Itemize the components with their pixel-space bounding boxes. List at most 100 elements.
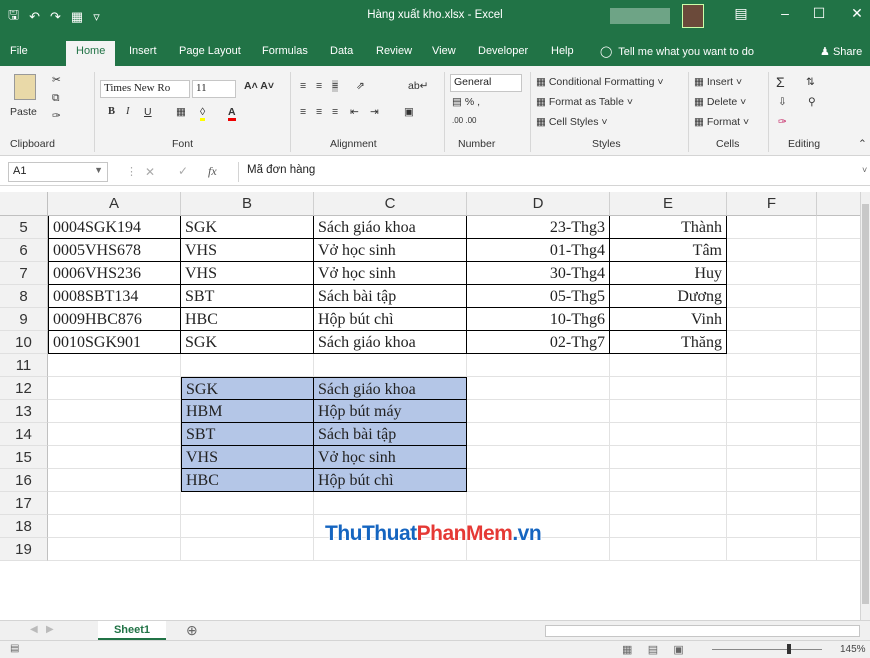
empty-cell[interactable] bbox=[181, 492, 314, 515]
empty-cell[interactable] bbox=[467, 469, 610, 492]
empty-cell[interactable] bbox=[727, 285, 817, 308]
empty-cell[interactable] bbox=[727, 216, 817, 239]
empty-cell[interactable] bbox=[48, 538, 181, 561]
empty-cell[interactable] bbox=[727, 377, 817, 400]
empty-cell[interactable] bbox=[817, 400, 860, 423]
ribbon-display-icon[interactable]: ▤ bbox=[726, 5, 756, 22]
macro-record-icon[interactable]: ▤ bbox=[10, 643, 19, 654]
formula-input[interactable]: Mã đơn hàng bbox=[238, 162, 862, 182]
table-cell[interactable]: Sách bài tập bbox=[314, 285, 467, 308]
accounting-format-icon[interactable]: ▤ % , bbox=[452, 96, 480, 108]
empty-cell[interactable] bbox=[817, 285, 860, 308]
lookup-cell[interactable]: Hộp bút chì bbox=[314, 469, 467, 492]
empty-cell[interactable] bbox=[727, 446, 817, 469]
align-center-icon[interactable]: ≡ bbox=[316, 106, 322, 118]
lookup-cell[interactable]: HBC bbox=[181, 469, 314, 492]
bold-button[interactable]: B bbox=[108, 106, 115, 117]
row-header[interactable]: 9 bbox=[0, 308, 48, 331]
empty-cell[interactable] bbox=[610, 446, 727, 469]
lookup-cell[interactable]: VHS bbox=[181, 446, 314, 469]
column-header-g[interactable] bbox=[817, 192, 860, 216]
empty-cell[interactable] bbox=[727, 492, 817, 515]
lookup-cell[interactable]: Hộp bút máy bbox=[314, 400, 467, 423]
table-cell[interactable]: 23-Thg3 bbox=[467, 216, 610, 239]
table-cell[interactable]: Sách giáo khoa bbox=[314, 216, 467, 239]
font-color-icon[interactable]: A bbox=[228, 106, 236, 121]
empty-cell[interactable] bbox=[181, 354, 314, 377]
empty-cell[interactable] bbox=[727, 469, 817, 492]
column-header-c[interactable]: C bbox=[314, 192, 467, 216]
italic-button[interactable]: I bbox=[126, 106, 130, 117]
tab-review[interactable]: Review bbox=[376, 45, 412, 57]
decrease-indent-icon[interactable]: ⇤ bbox=[350, 106, 359, 118]
empty-cell[interactable] bbox=[467, 377, 610, 400]
tab-data[interactable]: Data bbox=[330, 45, 353, 57]
empty-cell[interactable] bbox=[817, 262, 860, 285]
row-header[interactable]: 16 bbox=[0, 469, 48, 492]
zoom-slider[interactable] bbox=[712, 649, 822, 650]
share-button[interactable]: ♟ Share bbox=[820, 45, 862, 58]
empty-cell[interactable] bbox=[727, 423, 817, 446]
row-header[interactable]: 10 bbox=[0, 331, 48, 354]
delete-cells-button[interactable]: ▦ Delete ˅ bbox=[694, 96, 746, 108]
table-cell[interactable]: SGK bbox=[181, 216, 314, 239]
find-select-icon[interactable]: ⚲ bbox=[808, 96, 816, 108]
table-cell[interactable]: 0008SBT134 bbox=[48, 285, 181, 308]
row-header[interactable]: 13 bbox=[0, 400, 48, 423]
name-box-dropdown-icon[interactable]: ▼ bbox=[94, 165, 103, 175]
tab-home[interactable]: Home bbox=[66, 41, 116, 66]
cut-icon[interactable]: ✂ bbox=[52, 74, 61, 86]
empty-cell[interactable] bbox=[610, 538, 727, 561]
cancel-entry-icon[interactable]: ✕ bbox=[145, 165, 155, 179]
table-cell[interactable]: Thành bbox=[610, 216, 727, 239]
name-box[interactable]: A1 ▼ bbox=[8, 162, 108, 182]
expand-formula-icon[interactable]: ˅ bbox=[862, 165, 867, 175]
view-buttons[interactable]: ▦ ▤ ▣ bbox=[622, 643, 684, 656]
tab-insert[interactable]: Insert bbox=[129, 45, 157, 57]
horizontal-scrollbar[interactable] bbox=[545, 625, 860, 637]
empty-cell[interactable] bbox=[817, 423, 860, 446]
sort-filter-icon[interactable]: ⇅ bbox=[806, 76, 815, 88]
decimal-icons[interactable]: .00 .00 bbox=[452, 116, 476, 125]
orientation-icon[interactable]: ⇗ bbox=[356, 80, 365, 92]
worksheet-grid[interactable]: A B C D E F 5 6 7 8 9 10 11 12 13 14 15 16 17 18 19 00… bbox=[0, 192, 860, 620]
row-header[interactable]: 5 bbox=[0, 216, 48, 239]
empty-cell[interactable] bbox=[817, 239, 860, 262]
paste-button[interactable]: Paste bbox=[10, 106, 37, 118]
empty-cell[interactable] bbox=[727, 308, 817, 331]
row-header[interactable]: 15 bbox=[0, 446, 48, 469]
align-right-icon[interactable]: ≡ bbox=[332, 106, 338, 118]
empty-cell[interactable] bbox=[817, 492, 860, 515]
table-cell[interactable]: VHS bbox=[181, 239, 314, 262]
bottom-align-icon[interactable]: ≡ bbox=[332, 80, 339, 92]
column-header-b[interactable]: B bbox=[181, 192, 314, 216]
row-header[interactable]: 17 bbox=[0, 492, 48, 515]
select-all-corner[interactable] bbox=[0, 192, 48, 216]
lookup-cell[interactable]: HBM bbox=[181, 400, 314, 423]
empty-cell[interactable] bbox=[817, 331, 860, 354]
empty-cell[interactable] bbox=[727, 515, 817, 538]
lookup-cell[interactable]: SBT bbox=[181, 423, 314, 446]
conditional-formatting-button[interactable]: ▦ Conditional Formatting ˅ bbox=[536, 76, 664, 88]
empty-cell[interactable] bbox=[48, 377, 181, 400]
row-header[interactable]: 19 bbox=[0, 538, 48, 561]
borders-icon[interactable]: ▦ bbox=[176, 106, 186, 118]
tab-page-layout[interactable]: Page Layout bbox=[179, 45, 241, 57]
table-cell[interactable]: HBC bbox=[181, 308, 314, 331]
table-cell[interactable]: SGK bbox=[181, 331, 314, 354]
empty-cell[interactable] bbox=[610, 354, 727, 377]
table-cell[interactable]: Vở học sinh bbox=[314, 239, 467, 262]
table-cell[interactable]: Tâm bbox=[610, 239, 727, 262]
empty-cell[interactable] bbox=[610, 492, 727, 515]
empty-cell[interactable] bbox=[817, 216, 860, 239]
empty-cell[interactable] bbox=[48, 354, 181, 377]
empty-cell[interactable] bbox=[48, 400, 181, 423]
row-header[interactable]: 7 bbox=[0, 262, 48, 285]
increase-font-icon[interactable]: A˄ A˅ bbox=[244, 80, 274, 92]
empty-cell[interactable] bbox=[181, 515, 314, 538]
empty-cell[interactable] bbox=[610, 469, 727, 492]
empty-cell[interactable] bbox=[817, 538, 860, 561]
zoom-slider-knob[interactable] bbox=[787, 644, 791, 654]
tab-formulas[interactable]: Formulas bbox=[262, 45, 308, 57]
empty-cell[interactable] bbox=[467, 400, 610, 423]
